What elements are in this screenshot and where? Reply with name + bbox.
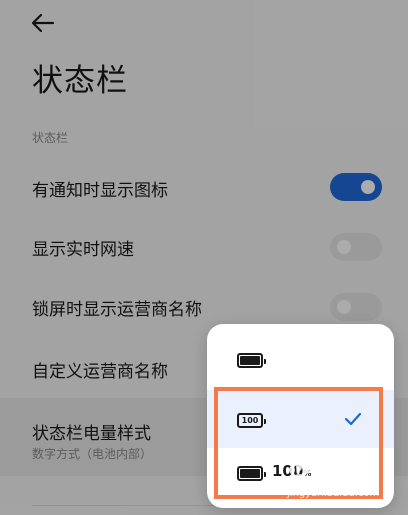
- battery-number-icon: 100: [237, 413, 266, 428]
- battery-inside-number: 100: [241, 416, 259, 425]
- battery-cap: [264, 472, 266, 477]
- battery-icon: [237, 466, 266, 481]
- battery-style-option-number-inside[interactable]: 100: [207, 390, 394, 448]
- battery-cap: [264, 419, 266, 424]
- battery-style-option-icon[interactable]: [207, 324, 394, 390]
- paw-icon: [289, 463, 309, 486]
- battery-cap: [264, 359, 266, 364]
- checkmark-icon: [344, 412, 362, 426]
- battery-icon: [237, 353, 266, 368]
- watermark-text: 经验: [315, 469, 346, 487]
- watermark-url: jingyan.baidu.com: [287, 488, 380, 499]
- battery-fill: [240, 356, 260, 365]
- baidu-jingyan-watermark: 经验 jingyan.baidu.com: [285, 455, 390, 505]
- battery-fill: [240, 469, 260, 478]
